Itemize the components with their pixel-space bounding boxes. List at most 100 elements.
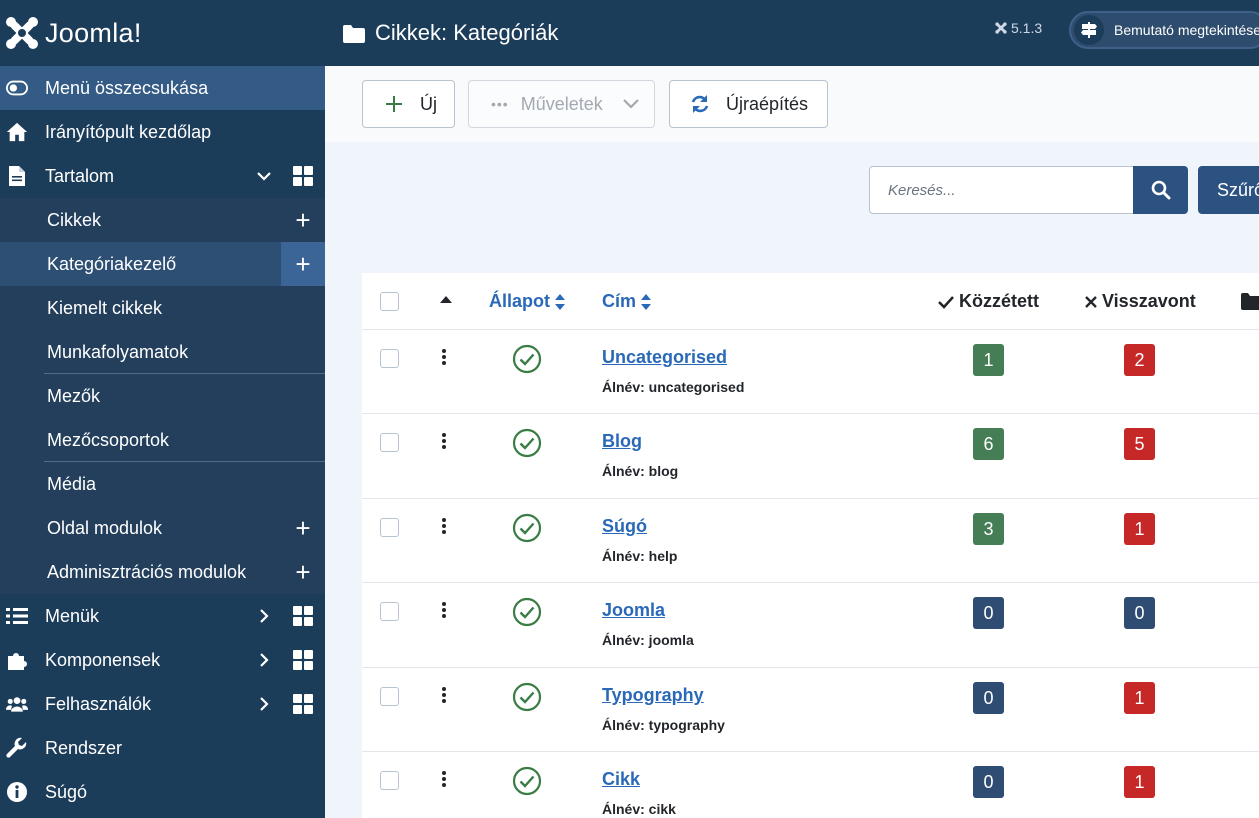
- table-row: Uncategorised Álnév: uncategorised 1 2: [362, 330, 1259, 414]
- chevron-down-icon[interactable]: [255, 167, 273, 185]
- search-button[interactable]: [1133, 166, 1188, 214]
- sidebar-item-label: Mezőcsoportok: [47, 429, 170, 450]
- published-status-icon[interactable]: [512, 513, 542, 543]
- joomla-logo[interactable]: Joomla!: [0, 0, 325, 66]
- row-checkbox[interactable]: [380, 349, 399, 368]
- published-count-badge[interactable]: 0: [973, 682, 1004, 714]
- rebuild-button[interactable]: Újraépítés: [669, 80, 828, 128]
- published-status-icon[interactable]: [512, 682, 542, 712]
- drag-handle-icon[interactable]: [441, 771, 447, 789]
- folder-icon: [1241, 293, 1259, 310]
- unpublished-count-badge[interactable]: 5: [1124, 428, 1155, 460]
- sidebar-item-dashboard[interactable]: Irányítópult kezdőlap: [0, 110, 325, 154]
- published-status-icon[interactable]: [512, 597, 542, 627]
- dashboard-grid-icon[interactable]: [293, 694, 313, 714]
- select-all-checkbox[interactable]: [380, 292, 399, 311]
- row-checkbox[interactable]: [380, 433, 399, 452]
- published-count-badge[interactable]: 3: [973, 513, 1004, 545]
- unpublished-count-badge[interactable]: 2: [1124, 344, 1155, 376]
- sidebar-item-label: Rendszer: [45, 737, 123, 758]
- filter-options-button[interactable]: Szűrő: [1198, 166, 1259, 214]
- category-title-link[interactable]: Uncategorised: [602, 347, 727, 368]
- unpublished-count-badge[interactable]: 1: [1124, 513, 1155, 545]
- unpublished-count-badge[interactable]: 0: [1124, 597, 1155, 629]
- drag-handle-icon[interactable]: [441, 518, 447, 536]
- rebuild-label: Újraépítés: [726, 93, 809, 114]
- sidebar-item-content[interactable]: Tartalom: [0, 154, 325, 198]
- add-site-module-plus-icon[interactable]: +: [281, 506, 325, 550]
- row-checkbox[interactable]: [380, 687, 399, 706]
- category-title-link[interactable]: Blog: [602, 431, 642, 452]
- search-placeholder: Keresés...: [888, 181, 956, 199]
- sidebar-item-label: Tartalom: [45, 165, 115, 186]
- actions-label: Műveletek: [520, 93, 603, 114]
- published-count-badge[interactable]: 0: [973, 766, 1004, 798]
- dashboard-grid-icon[interactable]: [293, 166, 313, 186]
- sidebar-item-fields[interactable]: Mezők: [0, 374, 325, 418]
- sidebar-item-label: Súgó: [45, 781, 88, 802]
- drag-handle-icon[interactable]: [441, 687, 447, 705]
- category-alias: Álnév: uncategorised: [602, 379, 745, 395]
- sidebar-item-media[interactable]: Média: [0, 462, 325, 506]
- brand-name: Joomla!: [45, 17, 142, 48]
- category-title-link[interactable]: Súgó: [602, 516, 647, 537]
- published-status-icon[interactable]: [512, 766, 542, 796]
- sidebar-item-label: Felhasználók: [45, 693, 152, 714]
- unpublished-count-badge[interactable]: 1: [1124, 766, 1155, 798]
- home-icon: [6, 121, 28, 143]
- sidebar-item-articles[interactable]: Cikkek +: [0, 198, 325, 242]
- sort-order-caret-icon[interactable]: [440, 295, 452, 303]
- version-badge: 5.1.3: [995, 20, 1042, 36]
- add-admin-module-plus-icon[interactable]: +: [281, 550, 325, 594]
- published-count-badge[interactable]: 1: [973, 344, 1004, 376]
- sidebar-item-category-manager[interactable]: Kategóriakezelő +: [0, 242, 325, 286]
- actions-dropdown[interactable]: ••• Műveletek: [468, 80, 655, 128]
- chevron-right-icon[interactable]: [255, 651, 273, 669]
- sidebar-item-help[interactable]: Súgó: [0, 770, 325, 814]
- table-row: Súgó Álnév: help 3 1: [362, 499, 1259, 583]
- dashboard-grid-icon[interactable]: [293, 650, 313, 670]
- title-column-header[interactable]: Cím: [602, 291, 652, 312]
- sidebar-item-admin-modules[interactable]: Adminisztrációs modulok +: [0, 550, 325, 594]
- category-title-link[interactable]: Joomla: [602, 600, 665, 621]
- status-column-header[interactable]: Állapot: [489, 291, 566, 312]
- category-alias: Álnév: help: [602, 548, 678, 564]
- search-input[interactable]: Keresés...: [869, 166, 1133, 214]
- published-count-badge[interactable]: 6: [973, 428, 1004, 460]
- row-checkbox[interactable]: [380, 518, 399, 537]
- drag-handle-icon[interactable]: [441, 349, 447, 367]
- chevron-right-icon[interactable]: [255, 695, 273, 713]
- row-checkbox[interactable]: [380, 602, 399, 621]
- category-title-link[interactable]: Cikk: [602, 769, 640, 790]
- preview-site-button[interactable]: Bemutató megtekintése: [1069, 11, 1259, 49]
- drag-handle-icon[interactable]: [441, 602, 447, 620]
- published-count-badge[interactable]: 0: [973, 597, 1004, 629]
- unpublished-column-header: Visszavont: [1084, 291, 1196, 312]
- sidebar-item-system[interactable]: Rendszer: [0, 726, 325, 770]
- sidebar-item-menus[interactable]: Menük: [0, 594, 325, 638]
- page-title: Cikkek: Kategóriák: [375, 20, 559, 45]
- category-title-link[interactable]: Typography: [602, 685, 704, 706]
- folder-icon: [343, 24, 365, 43]
- unpublished-column-label: Visszavont: [1102, 291, 1196, 311]
- published-status-icon[interactable]: [512, 344, 542, 374]
- sidebar-item-workflows[interactable]: Munkafolyamatok: [0, 330, 325, 374]
- add-category-plus-icon[interactable]: +: [281, 242, 325, 286]
- collapse-menu-button[interactable]: Menü összecsukása: [0, 66, 325, 110]
- sidebar-item-users[interactable]: Felhasználók: [0, 682, 325, 726]
- new-button[interactable]: Új: [362, 80, 455, 128]
- add-article-plus-icon[interactable]: +: [281, 198, 325, 242]
- puzzle-icon: [6, 649, 28, 671]
- unpublished-count-badge[interactable]: 1: [1124, 682, 1155, 714]
- published-status-icon[interactable]: [512, 428, 542, 458]
- row-checkbox[interactable]: [380, 771, 399, 790]
- dashboard-grid-icon[interactable]: [293, 606, 313, 626]
- sidebar-item-field-groups[interactable]: Mezőcsoportok: [0, 418, 325, 462]
- drag-handle-icon[interactable]: [441, 433, 447, 451]
- table-row: Blog Álnév: blog 6 5: [362, 414, 1259, 499]
- check-icon: [938, 295, 954, 309]
- chevron-right-icon[interactable]: [255, 607, 273, 625]
- sidebar-item-featured[interactable]: Kiemelt cikkek: [0, 286, 325, 330]
- sidebar-item-site-modules[interactable]: Oldal modulok +: [0, 506, 325, 550]
- sidebar-item-components[interactable]: Komponensek: [0, 638, 325, 682]
